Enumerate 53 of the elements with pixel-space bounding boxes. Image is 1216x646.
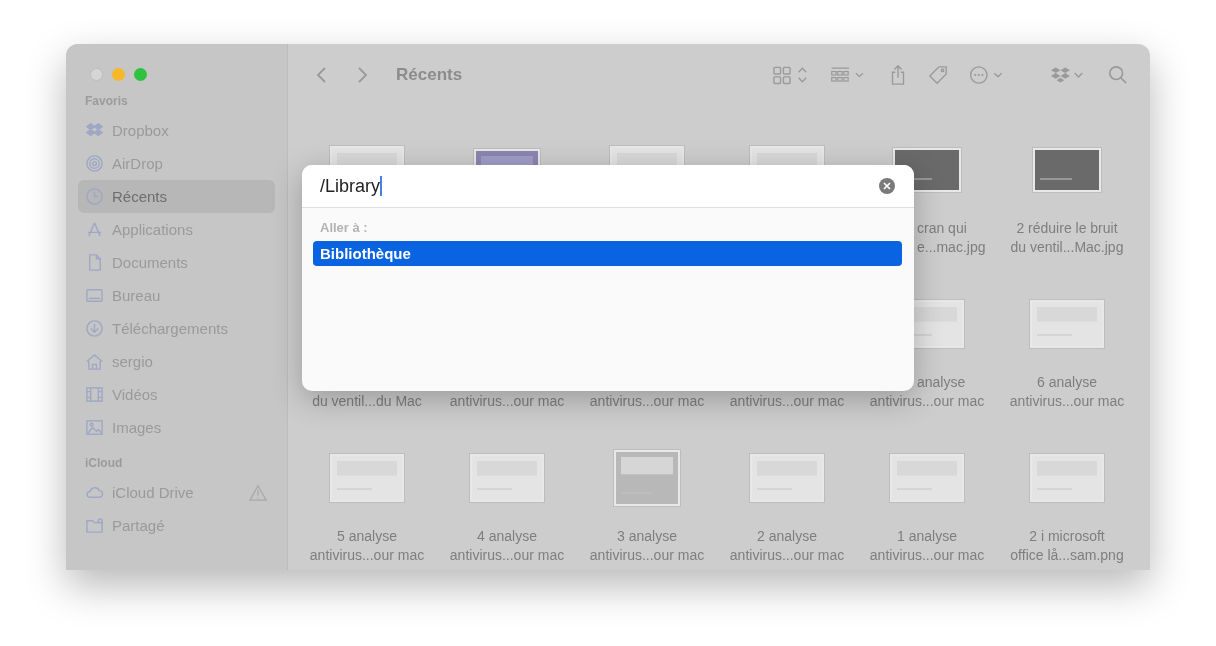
file-name: 3 analyse	[617, 528, 677, 544]
file-name: antivirus...our mac	[869, 393, 985, 409]
window-title: Récents	[396, 65, 463, 85]
path-input-field[interactable]: /Library	[302, 165, 914, 208]
airdrop-icon	[85, 154, 104, 173]
file-name: 1 analyse	[897, 528, 957, 544]
home-icon	[85, 352, 104, 371]
file-name: analyse	[917, 374, 966, 390]
file-name: antivirus...our mac	[589, 393, 705, 409]
search-icon[interactable]	[1108, 64, 1128, 86]
file-name: cran qui	[917, 220, 967, 236]
file-name: e...mac.jpg	[917, 239, 986, 255]
file-name: antivirus...our mac	[729, 547, 845, 563]
file-name: antivirus...our mac	[729, 393, 845, 409]
file-name: 2 réduire le bruit	[1016, 220, 1118, 236]
file-name: 2 analyse	[757, 528, 817, 544]
film-icon	[85, 385, 104, 404]
file-name: office lå...sam.png	[1010, 547, 1124, 563]
clear-icon[interactable]	[878, 177, 896, 195]
file-name: du ventil...Mac.jpg	[1010, 239, 1124, 255]
file-name: 4 analyse	[477, 528, 537, 544]
file-thumbnail[interactable]	[613, 449, 681, 507]
result-item[interactable]: Bibliothèque	[313, 241, 902, 266]
file-name: 2 i microsoft	[1029, 528, 1105, 544]
file-name: antivirus...our mac	[449, 393, 565, 409]
apps-icon	[85, 220, 104, 239]
file-name: antivirus...our mac	[869, 547, 985, 563]
file-name: antivirus...our mac	[1009, 393, 1125, 409]
minimize-button[interactable]	[112, 68, 125, 81]
file-thumbnail[interactable]	[469, 453, 545, 503]
desktop-icon	[85, 286, 104, 305]
clock-icon	[85, 187, 104, 206]
file-thumbnail[interactable]	[329, 453, 405, 503]
file-thumbnail[interactable]	[889, 453, 965, 503]
grid-view-icon[interactable]	[772, 65, 810, 85]
file-name: antivirus...our mac	[309, 547, 425, 563]
sidebar-item[interactable]: Récents	[78, 180, 275, 213]
file-name: 6 analyse	[1037, 374, 1097, 390]
download-icon	[85, 319, 104, 338]
file-thumbnail[interactable]	[1029, 453, 1105, 503]
file-thumbnail[interactable]	[749, 453, 825, 503]
zoom-button[interactable]	[134, 68, 147, 81]
file-name: 5 analyse	[337, 528, 397, 544]
file-thumbnail[interactable]	[1029, 299, 1105, 349]
image-icon	[85, 418, 104, 437]
section-label: Aller à :	[319, 220, 369, 237]
close-button[interactable]	[90, 68, 103, 81]
tag-icon[interactable]	[928, 64, 948, 86]
shared-icon	[85, 516, 104, 535]
file-name: antivirus...our mac	[589, 547, 705, 563]
file-name: du ventil...du Mac	[312, 393, 422, 409]
file-name: antivirus...our mac	[449, 547, 565, 563]
file-thumbnail[interactable]	[1032, 147, 1102, 193]
